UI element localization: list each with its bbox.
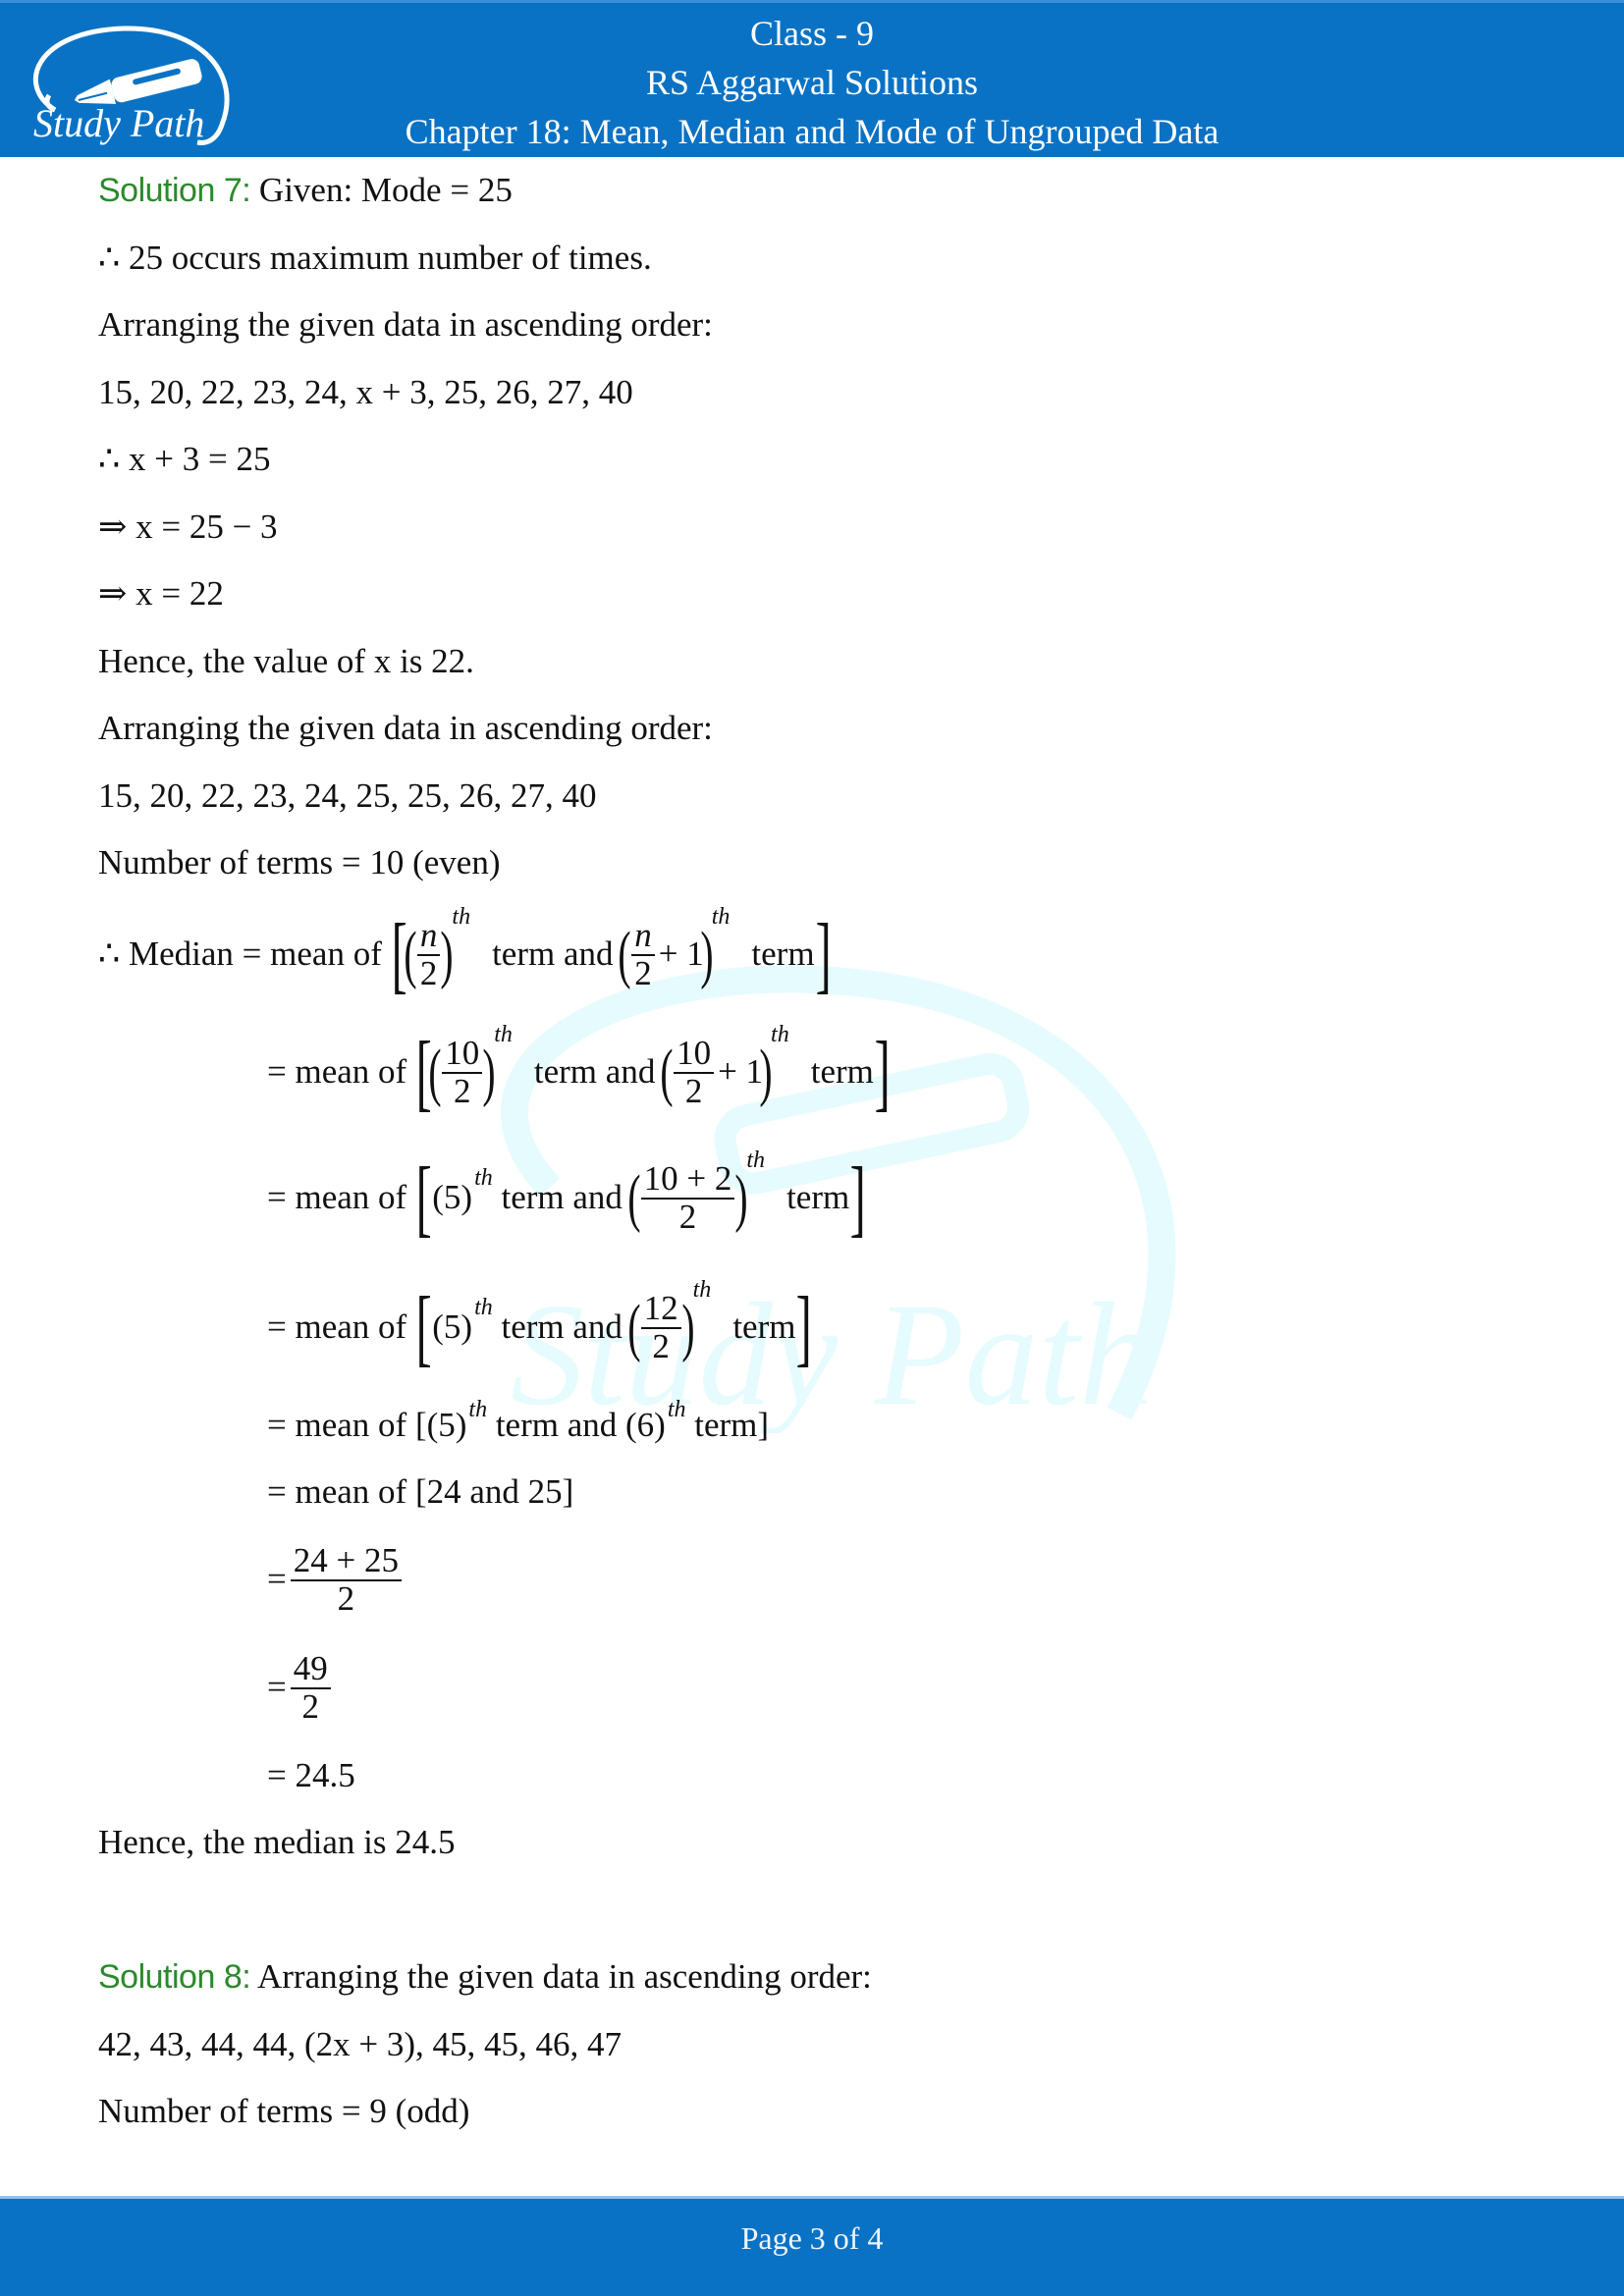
- given-text: Given: Mode = 25: [250, 171, 513, 209]
- header-titles: Class - 9 RS Aggarwal Solutions Chapter …: [0, 9, 1624, 156]
- data-list: 15, 20, 22, 23, 24, x + 3, 25, 26, 27, 4…: [98, 372, 633, 411]
- median-step-6: = 24 + 25 2: [98, 1526, 1565, 1634]
- conclusion: Hence, the median is 24.5: [98, 1823, 456, 1861]
- text-line: Number of terms = 9 (odd): [98, 2092, 470, 2130]
- median-step-5: = mean of [24 and 25]: [267, 1472, 574, 1511]
- text-line: Hence, the value of x is 22.: [98, 641, 474, 680]
- text-line: Number of terms = 10 (even): [98, 843, 501, 881]
- page-footer: Page 3 of 4: [0, 2196, 1624, 2296]
- solution-8-heading: Solution 8: Arranging the given data in …: [98, 1957, 872, 1996]
- equation-line: ∴ x + 3 = 25: [98, 440, 271, 478]
- fraction: n2: [416, 917, 441, 992]
- solution-7-heading: Solution 7: Given: Mode = 25: [98, 157, 1565, 225]
- fraction: 24 + 25 2: [290, 1542, 402, 1618]
- class-title: Class - 9: [750, 14, 874, 53]
- page-header: Study Path Class - 9 RS Aggarwal Solutio…: [0, 0, 1624, 157]
- data-list: 42, 43, 44, 44, (2x + 3), 45, 45, 46, 47: [98, 2024, 623, 2063]
- median-step-1: = mean of [( 10 2 ) th term and ( 10 2 + 1 …: [267, 1022, 891, 1120]
- text-line: Arranging the given data in ascending or…: [98, 305, 713, 344]
- text-line: Arranging the given data in ascending or…: [98, 709, 713, 747]
- equation-line: ⇒ x = 22: [98, 574, 224, 613]
- fraction: 10 + 22: [640, 1160, 735, 1236]
- median-step-4: = mean of [(5)th term and (6)th term]: [267, 1396, 770, 1444]
- fraction: 10 2: [674, 1035, 715, 1110]
- text-line: ∴ 25 occurs maximum number of times.: [98, 238, 652, 277]
- page-content: Solution 7: Given: Mode = 25 ∴ 25 occurs…: [98, 157, 1565, 2146]
- median-step-3: = mean of [ (5) th term and ( 12 2 ) th ter…: [267, 1277, 813, 1375]
- page-number: Page 3 of 4: [740, 2220, 884, 2256]
- chapter-title: Chapter 18: Mean, Median and Mode of Ung…: [405, 112, 1219, 151]
- median-formula: ∴ Median = mean of [ ( n2 ) th term and (…: [98, 904, 832, 1002]
- solution-label: Solution 8:: [98, 1958, 251, 1996]
- fraction: 49 2: [290, 1650, 331, 1726]
- solution-label: Solution 7:: [98, 172, 251, 209]
- fraction: 10 2: [442, 1035, 483, 1110]
- data-list: 15, 20, 22, 23, 24, 25, 25, 26, 27, 40: [98, 775, 597, 815]
- fraction: n2: [631, 917, 655, 992]
- median-result: = 24.5: [267, 1755, 355, 1794]
- median-step-7: = 49 2: [98, 1634, 1565, 1742]
- book-title: RS Aggarwal Solutions: [645, 63, 979, 102]
- median-step-2: = mean of [ (5) th term and ( 10 + 22 ) th…: [267, 1148, 866, 1246]
- fraction: 12 2: [640, 1290, 681, 1365]
- equation-line: ⇒ x = 25 − 3: [98, 507, 278, 546]
